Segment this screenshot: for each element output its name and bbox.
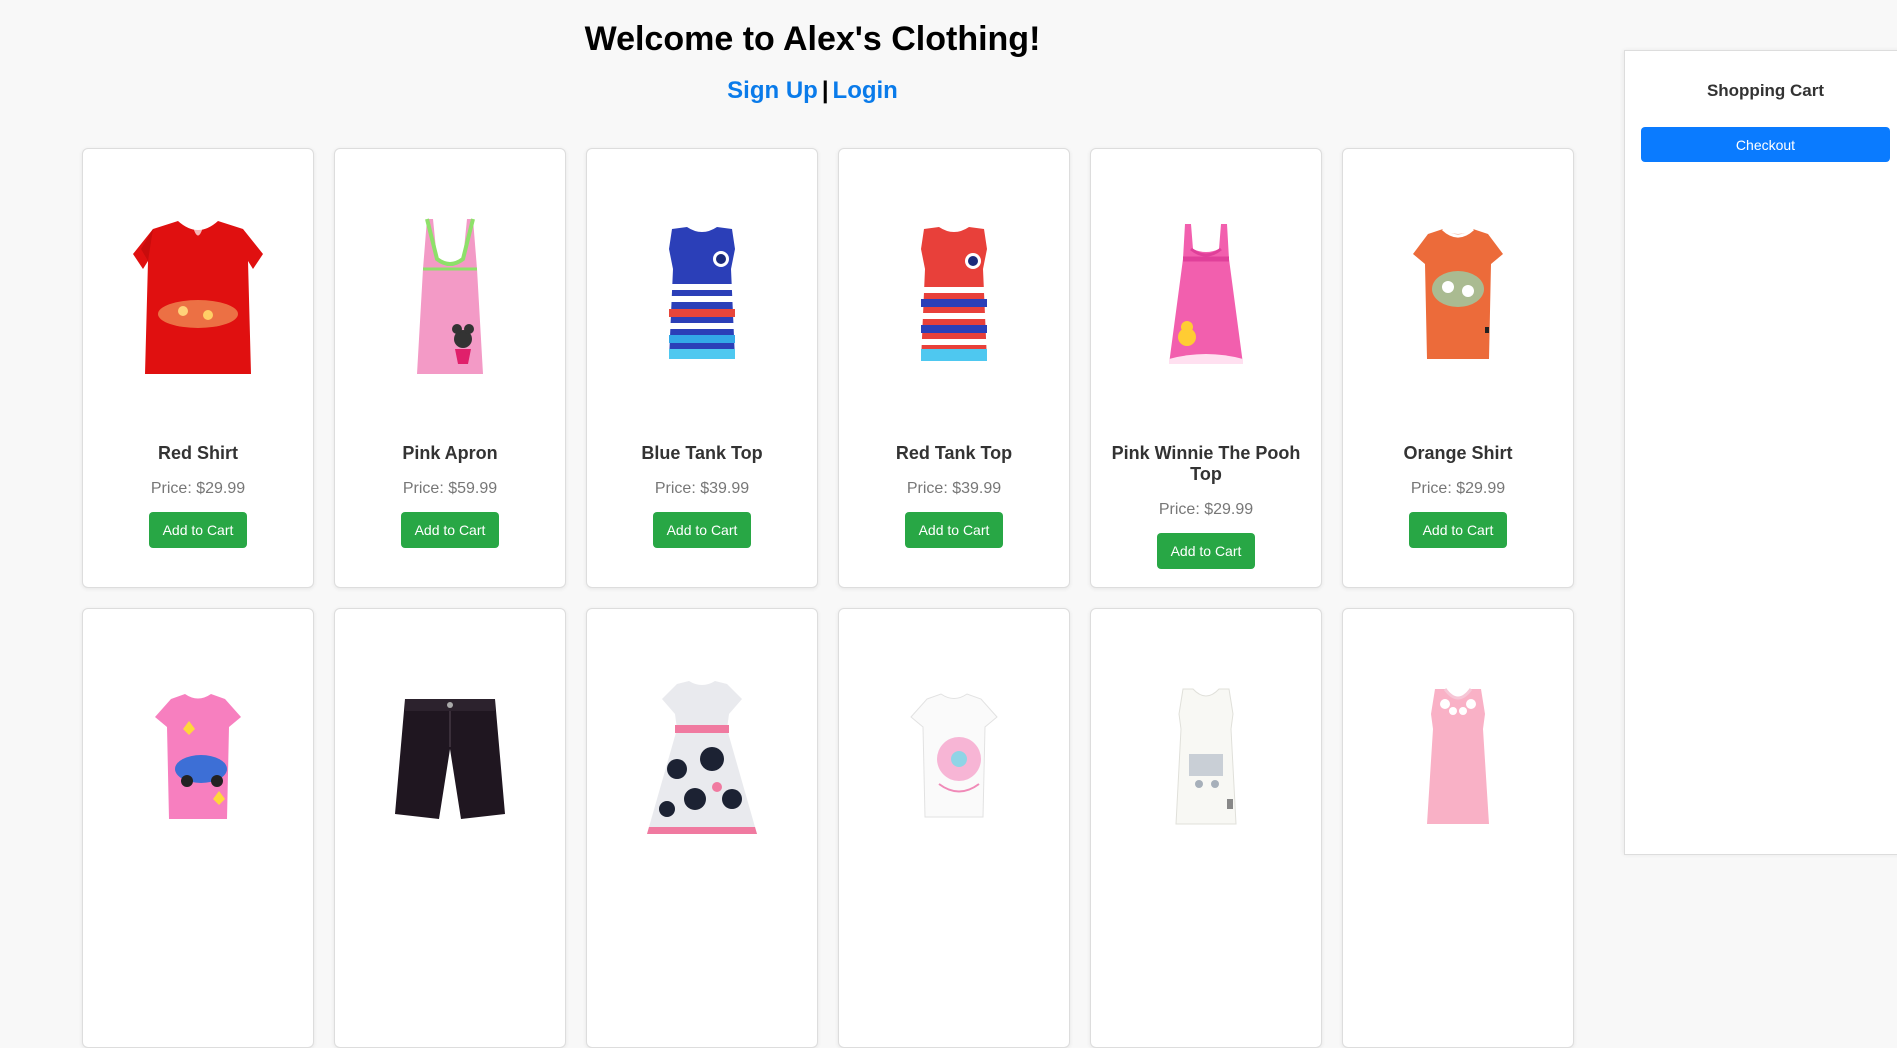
- product-price: Price: $29.99: [1158, 501, 1254, 518]
- login-link[interactable]: Login: [833, 77, 898, 104]
- cart-title: Shopping Cart: [1706, 81, 1825, 100]
- blue-tank-top-image[interactable]: [587, 189, 817, 409]
- add-to-cart-button[interactable]: Add to Cart: [400, 512, 500, 548]
- product-card: [334, 608, 566, 1048]
- pink-tshirt-image[interactable]: [83, 649, 313, 869]
- product-name: Pink Apron: [402, 443, 498, 463]
- product-card: Red Tank Top Price: $39.99 Add to Cart: [838, 148, 1070, 588]
- product-card: Pink Apron Price: $59.99 Add to Cart: [334, 148, 566, 588]
- white-tshirt-image[interactable]: [839, 649, 1069, 869]
- product-card: [1090, 608, 1322, 1048]
- product-card: [838, 608, 1070, 1048]
- pink-winnie-top-image[interactable]: [1091, 189, 1321, 409]
- product-name: Orange Shirt: [1403, 443, 1513, 463]
- add-to-cart-button[interactable]: Add to Cart: [1156, 533, 1256, 569]
- page-title: Welcome to Alex's Clothing!: [584, 20, 1041, 58]
- red-shirt-image[interactable]: [83, 189, 313, 409]
- product-price: Price: $39.99: [906, 480, 1002, 497]
- product-price: Price: $29.99: [1410, 480, 1506, 497]
- product-card: [82, 608, 314, 1048]
- white-tank-top-image[interactable]: [1091, 649, 1321, 869]
- add-to-cart-button[interactable]: Add to Cart: [652, 512, 752, 548]
- product-name: Red Tank Top: [895, 443, 1013, 463]
- black-shorts-image[interactable]: [335, 649, 565, 869]
- floral-dress-image[interactable]: [587, 649, 817, 869]
- page-header: Welcome to Alex's Clothing! Sign Up | Logi…: [0, 0, 1625, 111]
- product-card: Orange Shirt Price: $29.99 Add to Cart: [1342, 148, 1574, 588]
- auth-separator: |: [821, 77, 829, 104]
- product-card: [1342, 608, 1574, 1048]
- product-card: Pink Winnie The Pooh Top Price: $29.99 A…: [1090, 148, 1322, 588]
- product-card: Blue Tank Top Price: $39.99 Add to Cart: [586, 148, 818, 588]
- add-to-cart-button[interactable]: Add to Cart: [148, 512, 248, 548]
- product-price: Price: $39.99: [654, 480, 750, 497]
- product-name: Red Shirt: [157, 443, 238, 463]
- orange-shirt-image[interactable]: [1343, 189, 1573, 409]
- product-name: Pink Winnie The Pooh Top: [1111, 443, 1301, 484]
- product-card: Red Shirt Price: $29.99 Add to Cart: [82, 148, 314, 588]
- signup-link[interactable]: Sign Up: [727, 77, 818, 104]
- shopping-cart-panel: Shopping Cart Checkout: [1624, 50, 1897, 855]
- add-to-cart-button[interactable]: Add to Cart: [1408, 512, 1508, 548]
- auth-links: Sign Up | Login: [0, 71, 1625, 111]
- pink-apron-image[interactable]: [335, 189, 565, 409]
- product-price: Price: $59.99: [402, 480, 498, 497]
- product-card: [586, 608, 818, 1048]
- product-name: Blue Tank Top: [641, 443, 763, 463]
- red-tank-top-image[interactable]: [839, 189, 1069, 409]
- checkout-button[interactable]: Checkout: [1641, 127, 1890, 162]
- pink-tank-top-image[interactable]: [1343, 649, 1573, 869]
- add-to-cart-button[interactable]: Add to Cart: [904, 512, 1004, 548]
- product-price: Price: $29.99: [150, 480, 246, 497]
- product-grid: Red Shirt Price: $29.99 Add to Cart Pink…: [82, 148, 1574, 1048]
